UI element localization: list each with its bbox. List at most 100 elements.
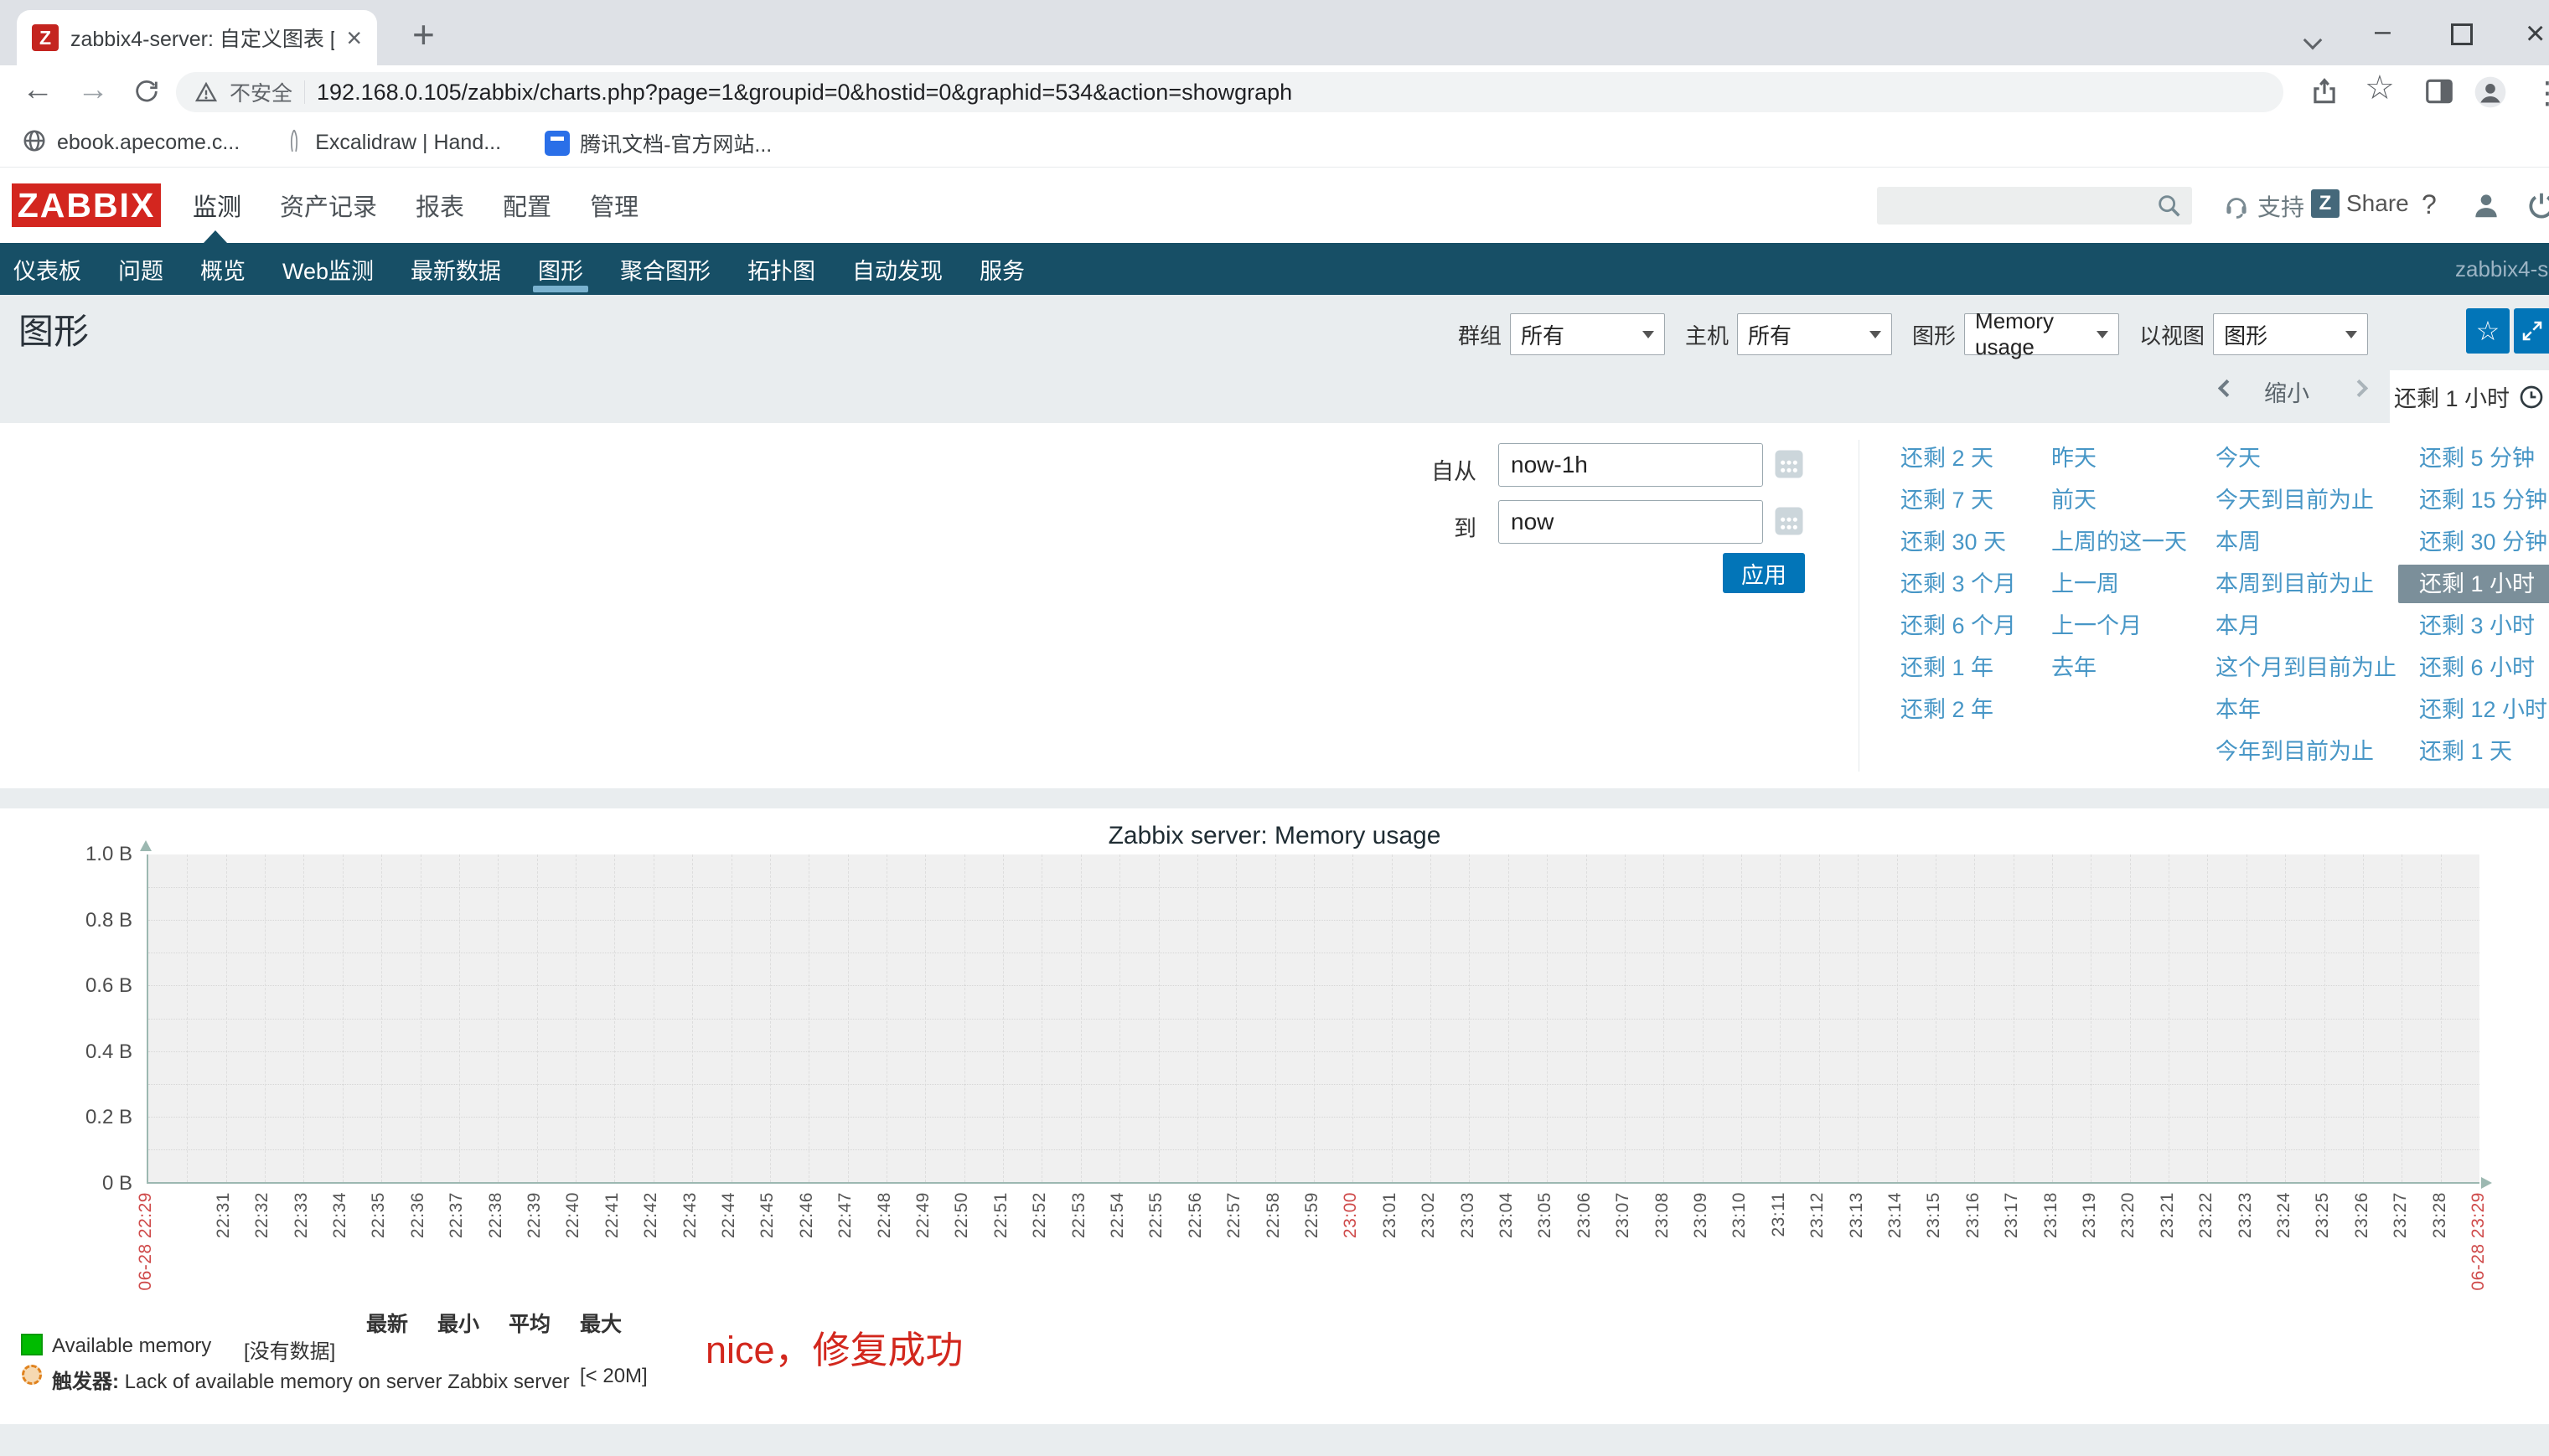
chart-plot-area[interactable]: [147, 854, 2479, 1184]
side-panel-icon[interactable]: [2423, 75, 2455, 111]
x-axis-tick: 22:50: [952, 1192, 972, 1238]
main-menu-item[interactable]: 报表: [416, 188, 464, 223]
subnav-item[interactable]: 拓扑图: [747, 243, 815, 295]
quick-range-link[interactable]: 这个月到目前为止: [2216, 655, 2396, 680]
filter-select[interactable]: Memory usage: [1964, 313, 2119, 355]
logout-power-icon[interactable]: [2526, 189, 2549, 221]
window-minimize-button[interactable]: –: [2375, 15, 2391, 48]
new-tab-button[interactable]: +: [412, 12, 435, 57]
browser-tab[interactable]: Z zabbix4-server: 自定义图表 [每 ×: [17, 10, 377, 65]
subnav-item[interactable]: Web监测: [282, 243, 374, 295]
window-maximize-button[interactable]: [2451, 20, 2473, 53]
x-axis-tick: 22:56: [1186, 1192, 1206, 1238]
quick-range-link[interactable]: 还剩 5 分钟: [2419, 446, 2535, 471]
search-input[interactable]: [1877, 187, 2192, 225]
quick-range-link[interactable]: 去年: [2051, 655, 2097, 680]
main-menu-item[interactable]: 管理: [590, 188, 639, 223]
quick-range-link[interactable]: 本月: [2216, 613, 2261, 638]
x-axis-tick: 23:19: [2080, 1192, 2100, 1238]
filter-select[interactable]: 所有: [1510, 313, 1665, 355]
quick-range-link[interactable]: 昨天: [2051, 446, 2097, 471]
quick-range-link[interactable]: 今天到目前为止: [2216, 488, 2374, 513]
user-profile-icon[interactable]: [2470, 189, 2502, 221]
to-input[interactable]: [1498, 500, 1763, 544]
bookmark-star-icon[interactable]: ☆: [2365, 69, 2395, 107]
main-menu-item[interactable]: 资产记录: [280, 188, 377, 223]
quick-range-link[interactable]: 还剩 15 分钟: [2419, 488, 2547, 513]
main-menu-item[interactable]: 监测: [193, 188, 241, 223]
quick-range-link[interactable]: 还剩 2 年: [1900, 697, 1993, 722]
time-range-tab[interactable]: 还剩 1 小时: [2390, 370, 2549, 423]
help-link[interactable]: ?: [2422, 189, 2437, 220]
quick-range-link[interactable]: 还剩 1 小时: [2398, 565, 2549, 603]
x-axis-tick: 23:21: [2158, 1192, 2178, 1238]
from-input[interactable]: [1498, 443, 1763, 487]
quick-range-link[interactable]: 还剩 7 天: [1900, 488, 1993, 513]
subnav-item[interactable]: 概览: [200, 243, 246, 295]
quick-range-link[interactable]: 本周: [2216, 529, 2261, 555]
profile-avatar[interactable]: [2474, 75, 2507, 113]
subnav-item[interactable]: 自动发现: [852, 243, 943, 295]
quick-range-link[interactable]: 今天: [2216, 446, 2261, 471]
subnav-item[interactable]: 仪表板: [13, 243, 81, 295]
filter-select[interactable]: 图形: [2213, 313, 2368, 355]
filter-group: 群组所有: [1458, 313, 1665, 355]
time-forward-chevron-icon[interactable]: [2350, 379, 2368, 397]
subnav-item[interactable]: 服务: [980, 243, 1025, 295]
quick-range-link[interactable]: 上一个月: [2051, 613, 2142, 638]
tab-close-icon[interactable]: ×: [346, 24, 362, 51]
share-icon[interactable]: [2309, 75, 2340, 111]
quick-range-link[interactable]: 上一周: [2051, 571, 2119, 596]
quick-range-link[interactable]: 还剩 12 小时: [2419, 697, 2547, 722]
quick-range-row: 本年: [2216, 689, 2396, 731]
forward-icon[interactable]: →: [77, 72, 109, 108]
subnav-item[interactable]: 聚合图形: [620, 243, 711, 295]
apply-button[interactable]: 应用: [1723, 553, 1805, 593]
gridline-horizontal: [148, 1117, 2479, 1118]
quick-range-link[interactable]: 还剩 1 天: [2419, 739, 2512, 764]
quick-range-row: 还剩 30 天: [1900, 521, 2016, 563]
zoom-out-button[interactable]: 缩小: [2264, 375, 2309, 408]
tab-list-chevron-icon[interactable]: [2306, 22, 2319, 54]
bookmark-item[interactable]: ebook.apecome.c...: [22, 128, 240, 157]
quick-range-link[interactable]: 还剩 3 个月: [1900, 571, 2016, 596]
back-icon[interactable]: ←: [22, 72, 54, 108]
quick-range-link[interactable]: 还剩 6 个月: [1900, 613, 2016, 638]
quick-range-link[interactable]: 本年: [2216, 697, 2261, 722]
subnav-item[interactable]: 问题: [118, 243, 163, 295]
menu-dots-icon[interactable]: ⋮: [2532, 75, 2549, 111]
reload-icon[interactable]: [132, 77, 161, 114]
share-link[interactable]: Z Share: [2311, 189, 2409, 218]
window-close-button[interactable]: ×: [2526, 15, 2545, 53]
quick-range-link[interactable]: 还剩 3 小时: [2419, 613, 2535, 638]
from-calendar-button[interactable]: [1770, 445, 1808, 485]
bookmark-item[interactable]: Excalidraw | Hand...: [283, 128, 501, 157]
to-calendar-button[interactable]: [1770, 502, 1808, 542]
security-label[interactable]: 不安全: [230, 77, 292, 107]
quick-range-link[interactable]: 还剩 1 年: [1900, 655, 1993, 680]
filter-select[interactable]: 所有: [1737, 313, 1892, 355]
quick-range-link[interactable]: 还剩 30 分钟: [2419, 529, 2547, 555]
favorite-star-button[interactable]: ☆: [2466, 308, 2510, 354]
quick-range-link[interactable]: 上周的这一天: [2051, 529, 2187, 555]
annotation-text: nice，修复成功: [706, 1319, 964, 1374]
support-link[interactable]: 支持: [2222, 189, 2304, 223]
fullscreen-expand-button[interactable]: [2514, 308, 2549, 354]
quick-range-link[interactable]: 还剩 6 小时: [2419, 655, 2535, 680]
quick-range-link[interactable]: 今年到目前为止: [2216, 739, 2374, 764]
quick-range-link[interactable]: 本周到目前为止: [2216, 571, 2374, 596]
subnav-item[interactable]: 图形: [538, 243, 583, 295]
quick-range-link[interactable]: 还剩 30 天: [1900, 529, 2006, 555]
x-axis-tick: 22:57: [1224, 1192, 1244, 1238]
x-axis-tick: 23:08: [1652, 1192, 1673, 1238]
x-axis-tick: 22:49: [913, 1192, 933, 1238]
url-bar[interactable]: 不安全 192.168.0.105/zabbix/charts.php?page…: [176, 72, 2283, 112]
quick-range-link[interactable]: 前天: [2051, 488, 2097, 513]
url-text[interactable]: 192.168.0.105/zabbix/charts.php?page=1&g…: [317, 80, 1292, 106]
time-back-chevron-icon[interactable]: [2218, 379, 2236, 397]
main-menu-item[interactable]: 配置: [503, 188, 551, 223]
quick-range-link[interactable]: 还剩 2 天: [1900, 446, 1993, 471]
zabbix-logo[interactable]: ZABBIX: [12, 183, 161, 227]
subnav-item[interactable]: 最新数据: [411, 243, 501, 295]
bookmark-item[interactable]: 腾讯文档-官方网站...: [545, 128, 772, 158]
